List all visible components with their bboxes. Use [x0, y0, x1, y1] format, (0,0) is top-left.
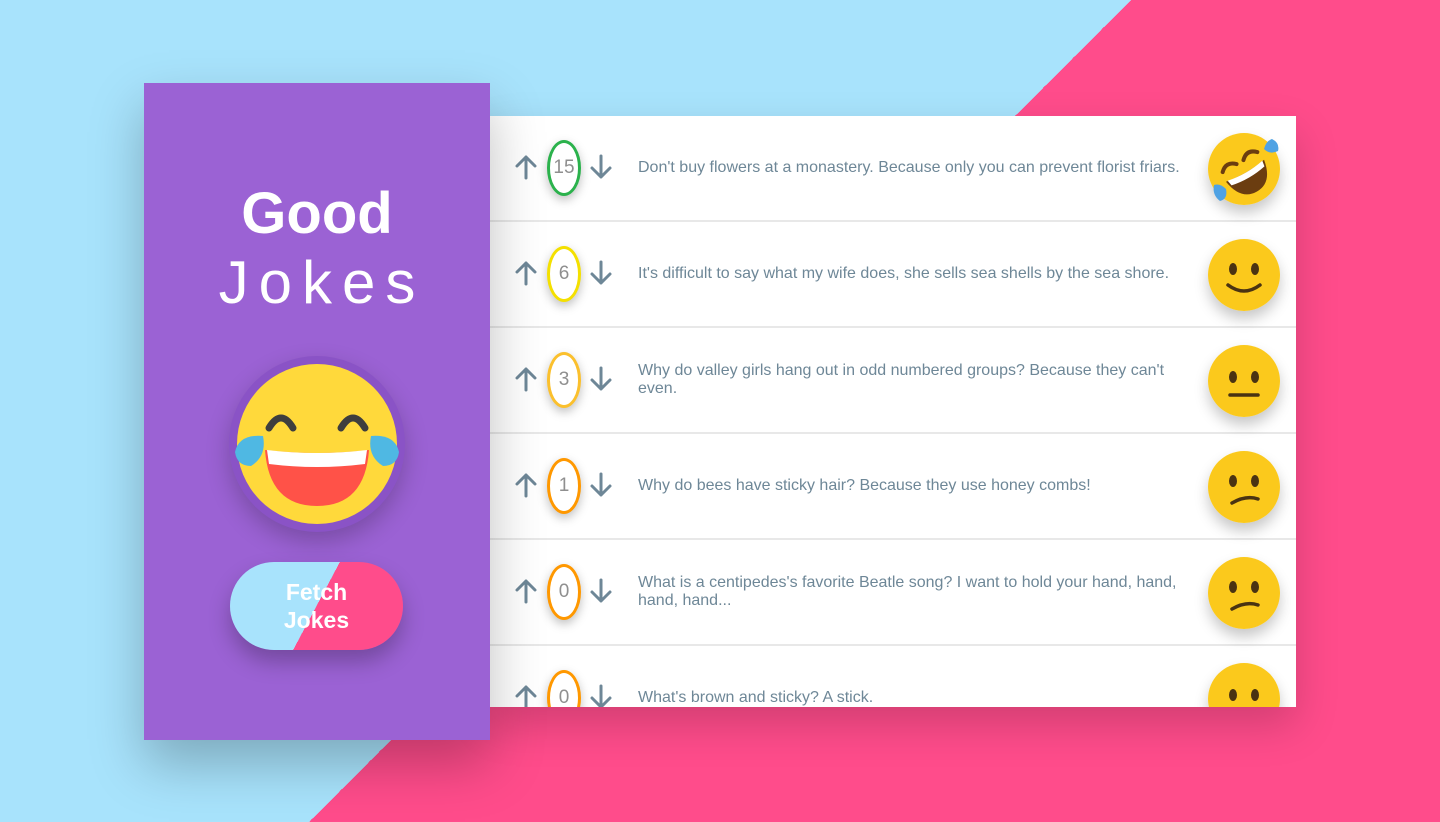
jokes-list[interactable]: 15 Don't buy flowers at a monastery. Beca… — [490, 116, 1296, 707]
rolling-on-floor-laughing-icon — [1208, 133, 1280, 205]
joke-text-content: What is a centipedes's favorite Beatle s… — [638, 574, 1177, 609]
score-badge: 3 — [547, 352, 581, 408]
arrow-down-icon[interactable] — [589, 260, 613, 286]
arrow-down-icon[interactable] — [589, 578, 613, 604]
app-title-light: Jokes — [218, 249, 426, 316]
score-badge: 0 — [547, 564, 581, 620]
arrow-down-icon[interactable] — [589, 154, 613, 180]
joke-text-content: Don't buy flowers at a monastery. Becaus… — [638, 159, 1180, 176]
arrow-down-icon[interactable] — [589, 684, 613, 707]
confused-face-icon — [1208, 451, 1280, 523]
arrow-up-icon[interactable] — [514, 578, 538, 604]
app-title: Good Jokes — [144, 183, 490, 319]
joke-row: 1 Why do bees have sticky hair? Because t… — [490, 434, 1296, 540]
arrow-up-icon[interactable] — [514, 260, 538, 286]
app-title-bold: Good — [241, 181, 393, 246]
joke-text: Why do bees have sticky hair? Because th… — [638, 434, 1193, 538]
joke-text-content: What's brown and sticky? A stick. — [638, 689, 874, 706]
arrow-up-icon[interactable] — [514, 684, 538, 707]
score-badge: 0 — [547, 670, 581, 707]
fetch-jokes-button[interactable]: Fetch Jokes — [230, 562, 403, 650]
slightly-smiling-face-icon — [1208, 239, 1280, 311]
score-badge: 6 — [547, 246, 581, 302]
neutral-face-icon — [1208, 345, 1280, 417]
arrow-down-icon[interactable] — [589, 472, 613, 498]
joke-row: 6 It's difficult to say what my wife does… — [490, 222, 1296, 328]
neutral-face-icon — [1208, 663, 1280, 707]
face-with-tears-of-joy-icon — [229, 356, 405, 532]
confused-face-icon — [1208, 557, 1280, 629]
arrow-down-icon[interactable] — [589, 366, 613, 392]
joke-row: 3 Why do valley girls hang out in odd num… — [490, 328, 1296, 434]
joke-text: Why do valley girls hang out in odd numb… — [638, 328, 1193, 432]
joke-text-content: It's difficult to say what my wife does,… — [638, 265, 1170, 282]
arrow-up-icon[interactable] — [514, 154, 538, 180]
joke-text: It's difficult to say what my wife does,… — [638, 222, 1193, 326]
joke-row: 0 What's brown and sticky? A stick. — [490, 646, 1296, 707]
arrow-up-icon[interactable] — [514, 366, 538, 392]
jokes-app: Good Jokes Fetch Jokes 15 Don't buy flowe… — [144, 83, 1296, 740]
arrow-up-icon[interactable] — [514, 472, 538, 498]
joke-text: What is a centipedes's favorite Beatle s… — [638, 540, 1193, 644]
joke-text: Don't buy flowers at a monastery. Becaus… — [638, 116, 1193, 220]
sidebar: Good Jokes Fetch Jokes — [144, 83, 490, 740]
score-badge: 15 — [547, 140, 581, 196]
joke-row: 15 Don't buy flowers at a monastery. Beca… — [490, 116, 1296, 222]
joke-text-content: Why do valley girls hang out in odd numb… — [638, 362, 1165, 397]
joke-text-content: Why do bees have sticky hair? Because th… — [638, 477, 1091, 494]
joke-row: 0 What is a centipedes's favorite Beatle … — [490, 540, 1296, 646]
joke-text: What's brown and sticky? A stick. — [638, 646, 1193, 707]
score-badge: 1 — [547, 458, 581, 514]
